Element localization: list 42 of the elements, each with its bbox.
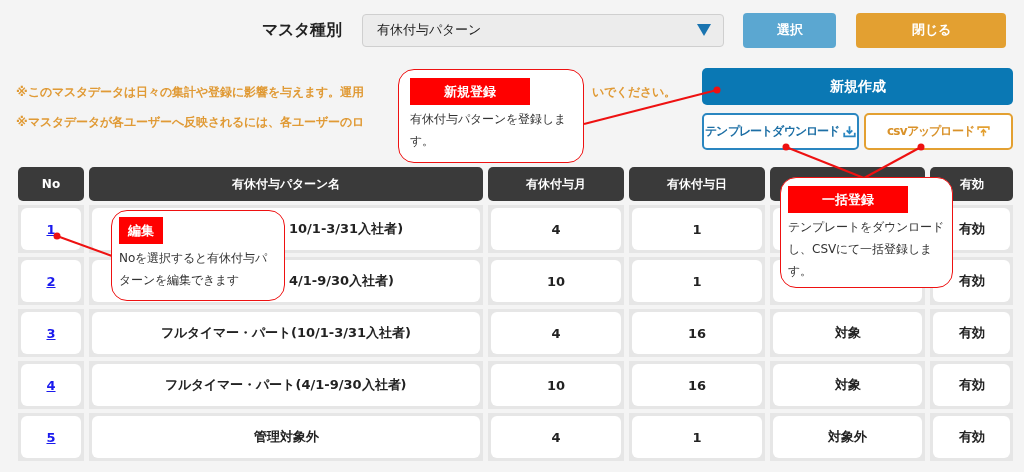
table-cell: 1 <box>632 260 762 302</box>
table-cell: 対象外 <box>773 416 922 458</box>
column-header: 有休付与パターン名 <box>89 167 483 201</box>
callout-title: 新規登録 <box>410 78 530 105</box>
notice-text: ※このマスタデータは日々の集計や登録に影響を与えます。運用 <box>16 85 364 99</box>
table-cell: 4 <box>491 208 621 250</box>
template-download-button[interactable]: テンプレートダウンロード <box>702 113 859 150</box>
table-cell: 16 <box>632 364 762 406</box>
notice-text: いでください。 <box>592 85 676 99</box>
row-number-link[interactable]: 2 <box>46 273 56 289</box>
row-number-link[interactable]: 5 <box>46 429 56 445</box>
table-cell: 1 <box>632 416 762 458</box>
callout-title: 一括登録 <box>788 186 908 213</box>
row-number-link[interactable]: 3 <box>46 325 56 341</box>
table-cell: 4 <box>491 312 621 354</box>
table-cell: 16 <box>632 312 762 354</box>
notice-text: ※マスタデータが各ユーザーへ反映されるには、各ユーザーのロ <box>16 115 364 129</box>
column-header: 有休付与日 <box>629 167 765 201</box>
table-cell: 有効 <box>933 312 1010 354</box>
master-type-label: マスタ種別 <box>262 19 343 41</box>
table-cell: 10 <box>491 364 621 406</box>
upload-icon <box>976 124 990 139</box>
column-header: No <box>18 167 84 201</box>
table-cell: 1 <box>632 208 762 250</box>
callout-text: 有休付与パターンを登録します。 <box>410 111 567 150</box>
column-header: 有休付与月 <box>488 167 624 201</box>
table-cell: フルタイマー・パート(4/1-9/30入社者) <box>92 364 480 406</box>
table-cell: 4 <box>491 416 621 458</box>
table-cell: 有効 <box>933 416 1010 458</box>
row-number-link[interactable]: 1 <box>46 221 56 237</box>
table-cell: 管理対象外 <box>92 416 480 458</box>
table-cell: 10 <box>491 260 621 302</box>
row-number-link[interactable]: 4 <box>46 377 56 393</box>
table-cell: 対象 <box>773 312 922 354</box>
download-icon <box>842 124 856 139</box>
create-new-button[interactable]: 新規作成 <box>702 68 1013 105</box>
dropdown-arrow-icon <box>697 24 711 36</box>
master-type-select[interactable]: 有休付与パターン <box>362 13 724 47</box>
table-cell: フルタイマー・パート(10/1-3/31入社者) <box>92 312 480 354</box>
table-cell: 対象 <box>773 364 922 406</box>
callout-title: 編集 <box>119 217 163 244</box>
table-cell: 有効 <box>933 364 1010 406</box>
